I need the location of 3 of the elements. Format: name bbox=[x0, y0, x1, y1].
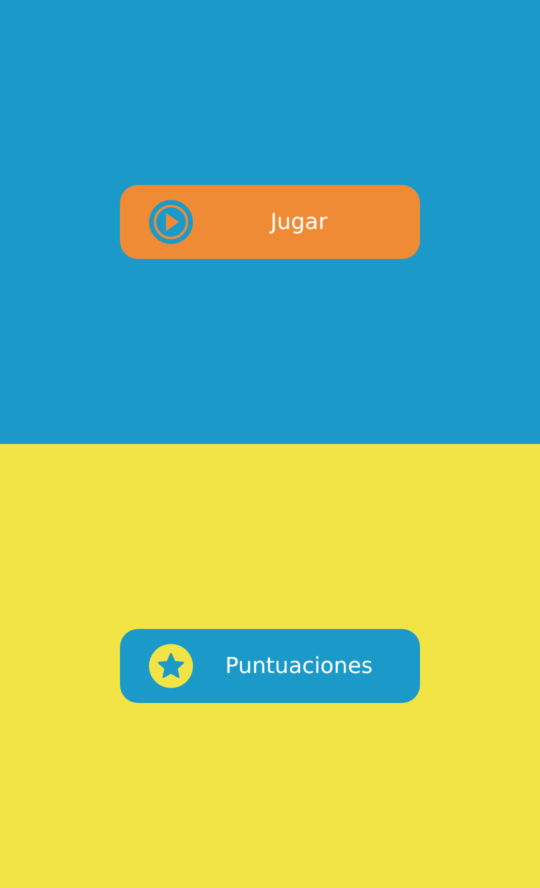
menu-button[interactable]: Jugar bbox=[120, 185, 420, 259]
play-icon bbox=[148, 199, 194, 245]
menu-button[interactable]: Puntuaciones bbox=[120, 629, 420, 703]
